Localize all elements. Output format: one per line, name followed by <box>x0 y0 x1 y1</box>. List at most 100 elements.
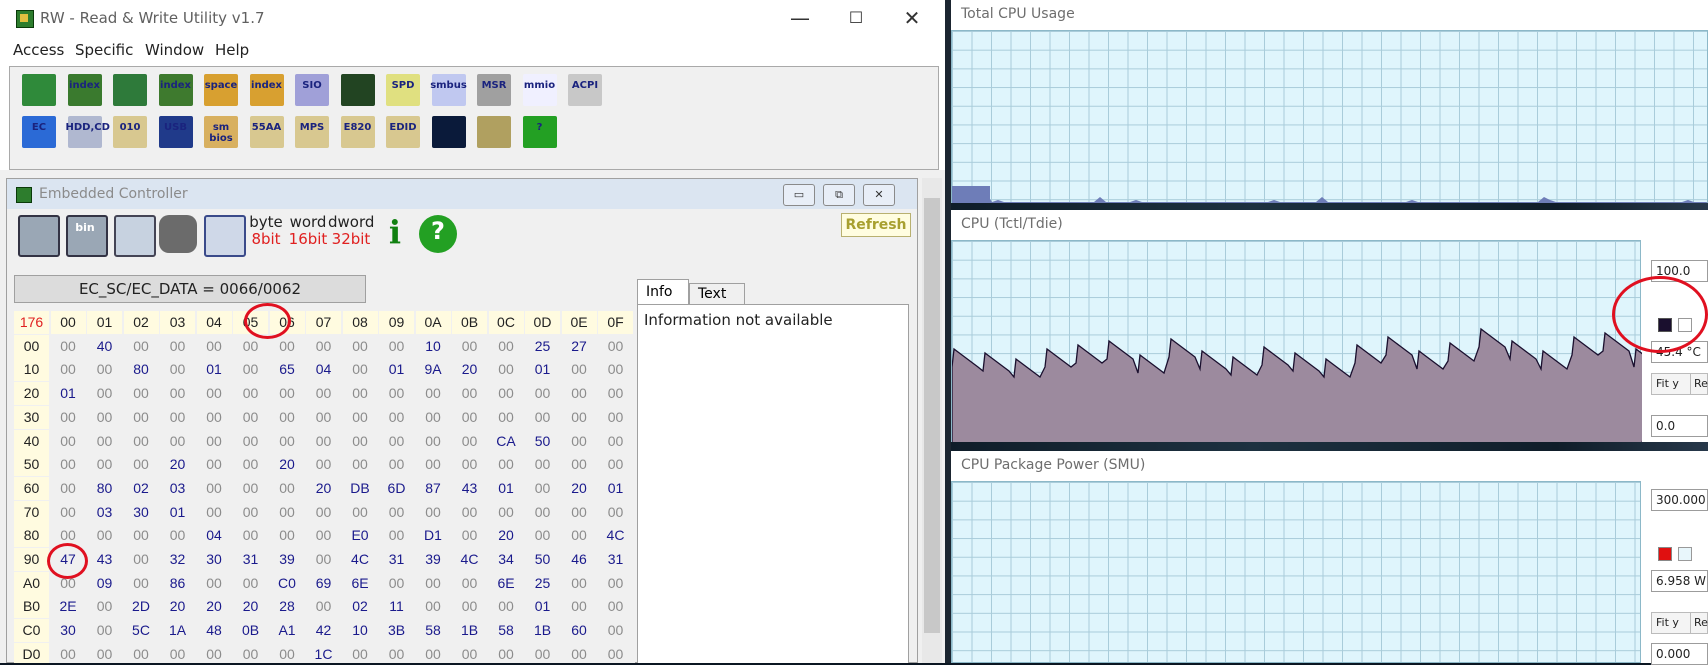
hex-cell[interactable]: 00 <box>489 335 524 358</box>
hex-cell[interactable]: 00 <box>416 453 451 476</box>
hex-cell[interactable]: 1C <box>306 643 341 663</box>
ec-close-button[interactable]: ✕ <box>863 184 895 206</box>
hex-cell[interactable]: 04 <box>306 358 341 381</box>
hex-cell[interactable]: 00 <box>306 501 341 524</box>
hex-cell[interactable]: 00 <box>233 524 268 547</box>
cpu-power-line-color-swatch[interactable] <box>1658 547 1672 561</box>
hex-cell[interactable]: 00 <box>306 382 341 405</box>
hex-cell[interactable]: 00 <box>51 430 86 453</box>
hex-cell[interactable]: 00 <box>598 619 633 642</box>
ec-load-button[interactable] <box>112 213 156 257</box>
oscilloscope-button[interactable] <box>337 71 379 109</box>
hex-cell[interactable]: 0B <box>233 619 268 642</box>
hex-cell[interactable]: 80 <box>124 358 159 381</box>
hex-cell[interactable]: 00 <box>343 335 378 358</box>
rw-title-bar[interactable]: RW - Read & Write Utility v1.7 — ☐ ✕ <box>0 0 945 36</box>
hex-cell[interactable]: 31 <box>233 548 268 571</box>
minimize-button[interactable]: — <box>772 0 828 36</box>
ec-find-button[interactable] <box>157 213 199 255</box>
hex-cell[interactable]: 00 <box>270 430 305 453</box>
hex-cell[interactable]: 30 <box>51 619 86 642</box>
pci-card-button[interactable] <box>18 71 60 109</box>
hex-cell[interactable]: 00 <box>525 524 560 547</box>
hex-cell[interactable]: 00 <box>525 406 560 429</box>
close-button[interactable]: ✕ <box>884 0 940 36</box>
hex-cell[interactable]: 00 <box>379 643 414 663</box>
ec-minimize-button[interactable]: ▭ <box>783 184 815 206</box>
hex-cell[interactable]: 00 <box>562 643 597 663</box>
hex-cell[interactable]: 00 <box>562 524 597 547</box>
hex-cell[interactable]: 00 <box>51 453 86 476</box>
hex-cell[interactable]: 00 <box>87 430 122 453</box>
hex-cell[interactable]: 1B <box>452 619 487 642</box>
hex-cell[interactable]: 80 <box>87 477 122 500</box>
hex-cell[interactable]: 00 <box>343 430 378 453</box>
hex-cell[interactable]: 00 <box>51 335 86 358</box>
hex-cell[interactable]: 39 <box>416 548 451 571</box>
hex-cell[interactable]: 00 <box>343 501 378 524</box>
hex-cell[interactable]: 00 <box>489 358 524 381</box>
hex-cell[interactable]: DB <box>343 477 378 500</box>
hex-cell[interactable]: 65 <box>270 358 305 381</box>
hex-cell[interactable]: 00 <box>598 335 633 358</box>
hex-cell[interactable]: 31 <box>598 548 633 571</box>
hex-cell[interactable]: 00 <box>270 406 305 429</box>
hex-cell[interactable]: 00 <box>598 501 633 524</box>
hex-cell[interactable]: 00 <box>233 501 268 524</box>
hex-cell[interactable]: 00 <box>233 358 268 381</box>
hex-cell[interactable]: 25 <box>525 335 560 358</box>
hex-cell[interactable]: 00 <box>124 382 159 405</box>
hex-cell[interactable]: 00 <box>197 643 232 663</box>
dword-32bit-button[interactable]: dword 32bit <box>328 214 374 248</box>
hex-cell[interactable]: 00 <box>306 335 341 358</box>
hex-cell[interactable]: 01 <box>525 595 560 618</box>
hex-cell[interactable]: 32 <box>160 548 195 571</box>
hex-cell[interactable]: 00 <box>343 382 378 405</box>
hex-cell[interactable]: 00 <box>598 572 633 595</box>
hex-cell[interactable]: 31 <box>379 548 414 571</box>
hex-cell[interactable]: 00 <box>416 406 451 429</box>
smbus-button[interactable]: smbus <box>428 71 470 109</box>
tab-info[interactable]: Info <box>637 279 689 305</box>
hex-cell[interactable]: 00 <box>197 335 232 358</box>
hex-cell[interactable]: 00 <box>87 406 122 429</box>
ec-title-bar[interactable]: Embedded Controller ▭ ⧉ ✕ <box>7 179 917 209</box>
hex-cell[interactable]: 00 <box>525 643 560 663</box>
hex-cell[interactable]: 00 <box>416 643 451 663</box>
hex-cell[interactable]: 00 <box>124 453 159 476</box>
hex-cell[interactable]: 6E <box>343 572 378 595</box>
hex-cell[interactable]: CA <box>489 430 524 453</box>
acpi-button[interactable]: ACPI <box>564 71 606 109</box>
mps-button[interactable]: MPS <box>291 113 333 151</box>
hex-cell[interactable]: 58 <box>416 619 451 642</box>
hex-cell[interactable]: 00 <box>489 382 524 405</box>
hex-cell[interactable]: 00 <box>598 595 633 618</box>
hex-cell[interactable]: 00 <box>598 453 633 476</box>
menu-access[interactable]: Access <box>13 41 64 59</box>
hex-cell[interactable]: 00 <box>160 335 195 358</box>
msr-button[interactable]: MSR <box>473 71 515 109</box>
hex-cell[interactable]: 4C <box>598 524 633 547</box>
hex-cell[interactable]: 39 <box>270 548 305 571</box>
hex-cell[interactable]: D1 <box>416 524 451 547</box>
hex-cell[interactable]: 00 <box>87 358 122 381</box>
device-button[interactable] <box>473 113 515 151</box>
hex-cell[interactable]: 3B <box>379 619 414 642</box>
hex-cell[interactable]: 00 <box>87 619 122 642</box>
menu-window[interactable]: Window <box>145 41 204 59</box>
hex-cell[interactable]: 01 <box>525 358 560 381</box>
hex-cell[interactable]: 20 <box>160 595 195 618</box>
hex-cell[interactable]: 00 <box>343 358 378 381</box>
hex-cell[interactable]: 00 <box>270 643 305 663</box>
e820-button[interactable]: E820 <box>337 113 379 151</box>
hex-cell[interactable]: 00 <box>197 477 232 500</box>
hex-cell[interactable]: 9A <box>416 358 451 381</box>
hex-cell[interactable]: 6D <box>379 477 414 500</box>
hex-cell[interactable]: 00 <box>306 524 341 547</box>
hex-cell[interactable]: 20 <box>306 477 341 500</box>
hex-cell[interactable]: 43 <box>452 477 487 500</box>
help-button[interactable]: ? <box>519 113 561 151</box>
hex-cell[interactable]: 00 <box>562 406 597 429</box>
hex-cell[interactable]: 20 <box>562 477 597 500</box>
hex-cell[interactable]: 87 <box>416 477 451 500</box>
